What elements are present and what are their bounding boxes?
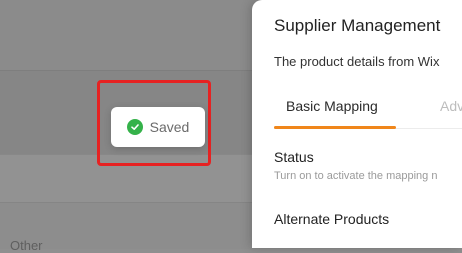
check-circle-icon <box>126 119 143 135</box>
panel-title: Supplier Management <box>274 16 441 35</box>
status-hint: Turn on to activate the mapping n <box>274 170 438 182</box>
panel-description: The product details from Wix <box>274 54 440 69</box>
background-section-label: Other <box>10 238 43 253</box>
saved-toast: Saved <box>111 107 205 147</box>
status-section-title: Status <box>274 149 314 165</box>
toast-label: Saved <box>149 119 190 135</box>
tab-basic-mapping[interactable]: Basic Mapping <box>286 98 378 114</box>
tab-bar: Basic Mapping Adv <box>274 90 462 130</box>
supplier-management-drawer: Supplier Management The product details … <box>252 0 462 248</box>
tab-advanced[interactable]: Adv <box>440 98 462 114</box>
alternate-products-title: Alternate Products <box>274 211 390 227</box>
active-tab-indicator <box>274 126 396 129</box>
